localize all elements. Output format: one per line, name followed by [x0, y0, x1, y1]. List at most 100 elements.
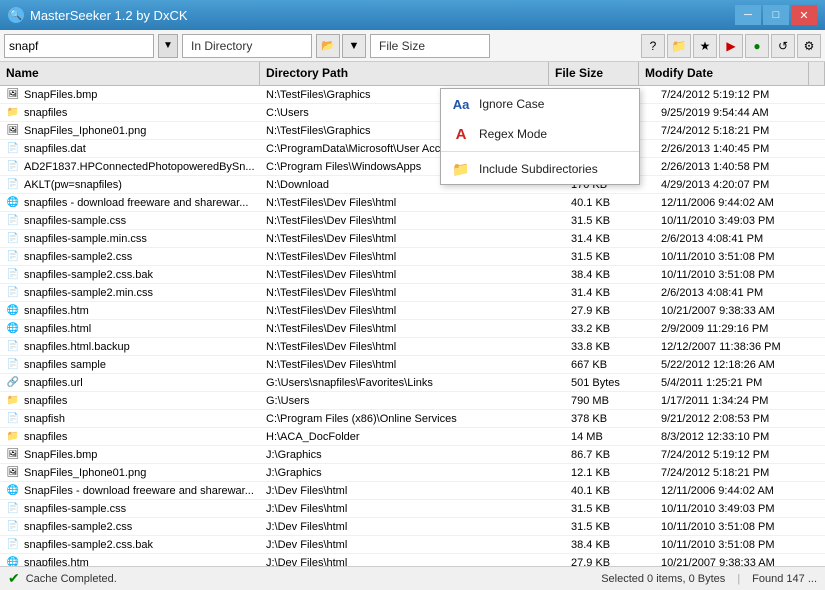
refresh-button[interactable]: ↺: [771, 34, 795, 58]
directory-label: In Directory: [182, 34, 312, 58]
cell-date: 2/26/2013 1:40:58 PM: [655, 158, 825, 175]
col-header-size[interactable]: File Size: [549, 62, 639, 85]
search-input[interactable]: [4, 34, 154, 58]
minimize-button[interactable]: ─: [735, 5, 761, 25]
table-row[interactable]: 🔗 snapfiles.url G:\Users\snapfiles\Favor…: [0, 374, 825, 392]
settings-button[interactable]: ⚙: [797, 34, 821, 58]
table-body[interactable]: 🖼 SnapFiles.bmp N:\TestFiles\Graphics 12…: [0, 86, 825, 566]
cell-size: 38.4 KB: [565, 266, 655, 283]
file-type-icon: 📄: [6, 358, 20, 372]
open-folder-button[interactable]: 📂: [316, 34, 340, 58]
cell-path: N:\TestFiles\Dev Files\html: [260, 284, 565, 301]
cell-size: 12.1 KB: [565, 464, 655, 481]
cell-name: 📄 snapfiles-sample2.min.css: [0, 284, 260, 301]
table-row[interactable]: 📄 snapfiles-sample.css J:\Dev Files\html…: [0, 500, 825, 518]
file-type-icon: 🌐: [6, 304, 20, 318]
help-button[interactable]: ?: [641, 34, 665, 58]
cell-date: 10/11/2010 3:51:08 PM: [655, 518, 825, 535]
search-dropdown-arrow[interactable]: ▼: [158, 34, 178, 58]
col-header-date[interactable]: Modify Date: [639, 62, 809, 85]
ignore-case-menu-item[interactable]: Aa Ignore Case: [441, 89, 639, 119]
table-row[interactable]: 📄 AD2F1837.HPConnectedPhotopoweredBySn..…: [0, 158, 825, 176]
table-row[interactable]: 📄 snapfiles-sample2.css J:\Dev Files\htm…: [0, 518, 825, 536]
file-type-icon: 📄: [6, 232, 20, 246]
table-row[interactable]: 🌐 snapfiles.html N:\TestFiles\Dev Files\…: [0, 320, 825, 338]
cell-size: 31.4 KB: [565, 230, 655, 247]
file-type-icon: 🖼: [6, 448, 20, 462]
cell-date: 7/24/2012 5:18:21 PM: [655, 464, 825, 481]
cell-path: C:\Program Files (x86)\Online Services: [260, 410, 565, 427]
cell-path: J:\Dev Files\html: [260, 482, 565, 499]
file-size-label: File Size: [370, 34, 490, 58]
file-type-icon: 📁: [6, 394, 20, 408]
cache-status-text: Cache Completed.: [26, 573, 117, 585]
cell-name: 📁 snapfiles: [0, 104, 260, 121]
table-row[interactable]: 🌐 snapfiles.htm J:\Dev Files\html 27.9 K…: [0, 554, 825, 566]
cell-date: 10/21/2007 9:38:33 AM: [655, 302, 825, 319]
table-row[interactable]: 📄 snapfiles-sample2.min.css N:\TestFiles…: [0, 284, 825, 302]
green-button[interactable]: ●: [745, 34, 769, 58]
table-row[interactable]: 🖼 SnapFiles.bmp N:\TestFiles\Graphics 12…: [0, 86, 825, 104]
col-header-name[interactable]: Name: [0, 62, 260, 85]
toolbar: ▼ In Directory 📂 ▼ File Size ? 📁 ★ ▶ ● ↺…: [0, 30, 825, 62]
include-subdirs-menu-item[interactable]: 📁 Include Subdirectories: [441, 154, 639, 184]
table-row[interactable]: 📁 snapfiles C:\Users 9/25/2019 9:54:44 A…: [0, 104, 825, 122]
table-row[interactable]: 📄 snapfiles-sample.css N:\TestFiles\Dev …: [0, 212, 825, 230]
cell-date: 2/6/2013 4:08:41 PM: [655, 284, 825, 301]
file-name: AD2F1837.HPConnectedPhotopoweredBySn...: [24, 161, 255, 173]
folder-up-button[interactable]: 📁: [667, 34, 691, 58]
file-name: snapfiles: [24, 395, 67, 407]
file-type-icon: 📄: [6, 286, 20, 300]
cell-name: 🔗 snapfiles.url: [0, 374, 260, 391]
maximize-button[interactable]: □: [763, 5, 789, 25]
cell-path: N:\TestFiles\Dev Files\html: [260, 194, 565, 211]
table-row[interactable]: 🌐 snapfiles - download freeware and shar…: [0, 194, 825, 212]
table-row[interactable]: 🌐 SnapFiles - download freeware and shar…: [0, 482, 825, 500]
file-name: snapfiles: [24, 431, 67, 443]
table-row[interactable]: 📄 snapfiles sample N:\TestFiles\Dev File…: [0, 356, 825, 374]
table-row[interactable]: 🖼 SnapFiles_Iphone01.png J:\Graphics 12.…: [0, 464, 825, 482]
file-type-icon: 🌐: [6, 484, 20, 498]
dir-down-button[interactable]: ▼: [342, 34, 366, 58]
file-type-icon: 🌐: [6, 322, 20, 336]
cell-date: 7/24/2012 5:18:21 PM: [655, 122, 825, 139]
table-row[interactable]: 📄 AKLT(pw=snapfiles) N:\Download 170 KB …: [0, 176, 825, 194]
cell-date: 12/11/2006 9:44:02 AM: [655, 194, 825, 211]
cell-date: 8/3/2012 12:33:10 PM: [655, 428, 825, 445]
cell-name: 📄 snapfiles-sample2.css.bak: [0, 266, 260, 283]
table-row[interactable]: 🖼 SnapFiles_Iphone01.png N:\TestFiles\Gr…: [0, 122, 825, 140]
play-button[interactable]: ▶: [719, 34, 743, 58]
favorites-button[interactable]: ★: [693, 34, 717, 58]
cell-name: 📁 snapfiles: [0, 428, 260, 445]
cell-name: 📄 snapfiles-sample.css: [0, 500, 260, 517]
file-name: snapfiles-sample2.css.bak: [24, 269, 153, 281]
close-button[interactable]: ✕: [791, 5, 817, 25]
table-row[interactable]: 📁 snapfiles H:\ACA_DocFolder 14 MB 8/3/2…: [0, 428, 825, 446]
cell-size: 14 MB: [565, 428, 655, 445]
table-row[interactable]: 🖼 SnapFiles.bmp J:\Graphics 86.7 KB 7/24…: [0, 446, 825, 464]
table-row[interactable]: 📄 snapfiles-sample.min.css N:\TestFiles\…: [0, 230, 825, 248]
menu-separator: [441, 151, 639, 152]
cell-name: 📄 snapfiles.html.backup: [0, 338, 260, 355]
cell-size: 33.8 KB: [565, 338, 655, 355]
table-row[interactable]: 📄 snapfish C:\Program Files (x86)\Online…: [0, 410, 825, 428]
table-row[interactable]: 📄 snapfiles-sample2.css.bak J:\Dev Files…: [0, 536, 825, 554]
cell-size: 33.2 KB: [565, 320, 655, 337]
table-row[interactable]: 📄 snapfiles.html.backup N:\TestFiles\Dev…: [0, 338, 825, 356]
file-type-icon: 📄: [6, 412, 20, 426]
table-row[interactable]: 📄 snapfiles.dat C:\ProgramData\Microsoft…: [0, 140, 825, 158]
window-controls[interactable]: ─ □ ✕: [735, 5, 817, 25]
cell-path: N:\TestFiles\Dev Files\html: [260, 356, 565, 373]
regex-mode-menu-item[interactable]: A Regex Mode: [441, 119, 639, 149]
table-row[interactable]: 📄 snapfiles-sample2.css N:\TestFiles\Dev…: [0, 248, 825, 266]
table-row[interactable]: 📄 snapfiles-sample2.css.bak N:\TestFiles…: [0, 266, 825, 284]
table-row[interactable]: 🌐 snapfiles.htm N:\TestFiles\Dev Files\h…: [0, 302, 825, 320]
cell-date: 10/11/2010 3:51:08 PM: [655, 536, 825, 553]
cell-path: G:\Users: [260, 392, 565, 409]
col-header-directory[interactable]: Directory Path: [260, 62, 549, 85]
file-type-icon: 📄: [6, 340, 20, 354]
cell-size: 667 KB: [565, 356, 655, 373]
include-subdirs-label: Include Subdirectories: [479, 162, 598, 176]
table-row[interactable]: 📁 snapfiles G:\Users 790 MB 1/17/2011 1:…: [0, 392, 825, 410]
status-bar: ✔ Cache Completed. Selected 0 items, 0 B…: [0, 566, 825, 590]
